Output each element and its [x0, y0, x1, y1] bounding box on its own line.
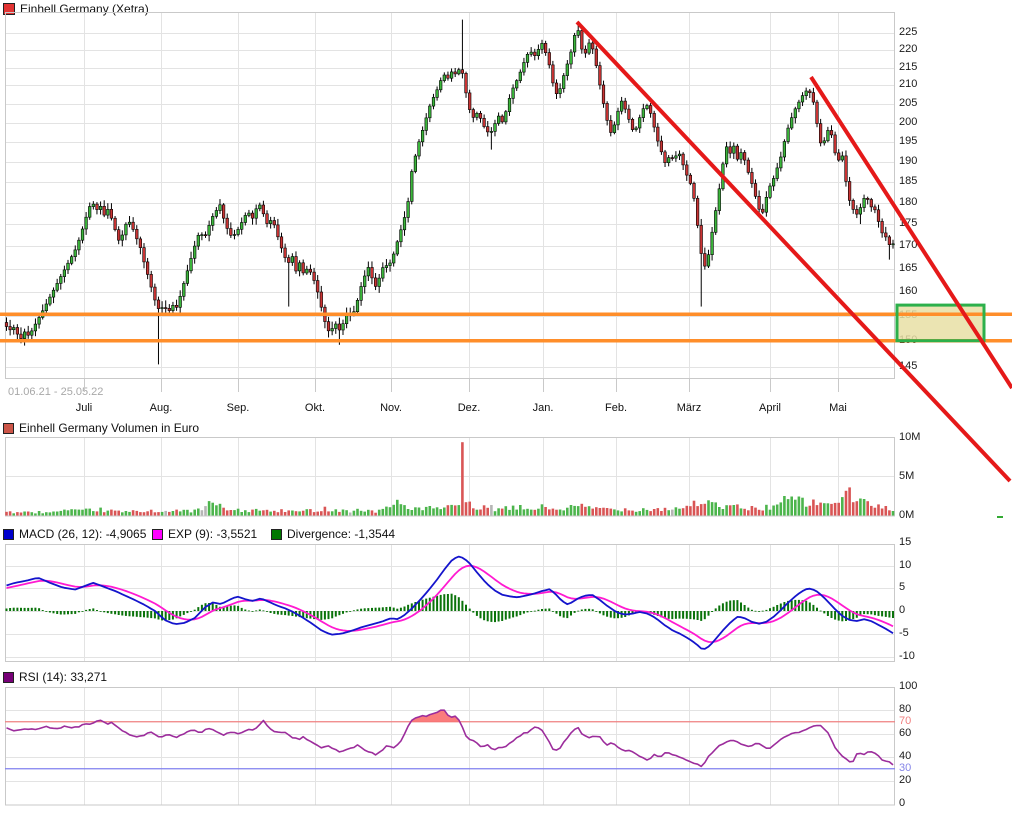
- rsi-title: RSI (14): 33,271: [19, 670, 107, 684]
- month-label: Sep.: [208, 402, 268, 414]
- volume-tick-label: 0M: [899, 509, 914, 521]
- rsi-tick-label: 30: [899, 762, 911, 774]
- volume-tick-label: 5M: [899, 470, 914, 482]
- rsi-tick-label: 0: [899, 797, 905, 809]
- price-tick-label: 185: [899, 175, 917, 187]
- month-label: Feb.: [586, 402, 646, 414]
- macd-tick-label: -5: [899, 627, 909, 639]
- macd-series-icon: [3, 529, 14, 540]
- price-tick-label: 160: [899, 285, 917, 297]
- price-tick-label: 190: [899, 155, 917, 167]
- price-tick-label: 220: [899, 43, 917, 55]
- price-tick-label: 210: [899, 78, 917, 90]
- exp-legend-label: EXP (9): -3,5521: [168, 527, 257, 541]
- price-tick-label: 200: [899, 116, 917, 128]
- chart-root: Einhell Germany (Xetra) 01.06.21 - 25.05…: [0, 0, 1012, 814]
- price-tick-label: 150: [899, 334, 917, 346]
- macd-tick-label: 15: [899, 536, 911, 548]
- price-tick-label: 145: [899, 360, 917, 372]
- price-tick-label: 205: [899, 97, 917, 109]
- price-tick-label: 195: [899, 135, 917, 147]
- price-series-icon: [3, 3, 15, 15]
- exp-legend-item: EXP (9): -3,5521: [152, 527, 257, 541]
- macd-legend: MACD (26, 12): -4,9065 EXP (9): -3,5521 …: [0, 527, 1012, 541]
- price-tick-label: 165: [899, 262, 917, 274]
- rsi-panel-header: RSI (14): 33,271: [3, 670, 107, 684]
- chart-title: Einhell Germany (Xetra): [20, 2, 149, 16]
- month-label: Mai: [808, 402, 868, 414]
- price-tick-label: 180: [899, 196, 917, 208]
- price-tick-label: 175: [899, 217, 917, 229]
- macd-tick-label: 10: [899, 559, 911, 571]
- price-tick-label: 170: [899, 239, 917, 251]
- volume-series-icon: [3, 423, 14, 434]
- rsi-tick-label: 80: [899, 703, 911, 715]
- month-label: Dez.: [439, 402, 499, 414]
- rsi-tick-label: 70: [899, 715, 911, 727]
- price-tick-label: 155: [899, 309, 917, 321]
- month-label: April: [740, 402, 800, 414]
- macd-tick-label: 0: [899, 604, 905, 616]
- volume-title: Einhell Germany Volumen in Euro: [19, 421, 199, 435]
- divergence-series-icon: [271, 529, 282, 540]
- rsi-tick-label: 100: [899, 680, 917, 692]
- month-label: Juli: [54, 402, 114, 414]
- month-label: Jan.: [513, 402, 573, 414]
- month-label: März: [659, 402, 719, 414]
- month-label: Aug.: [131, 402, 191, 414]
- price-panel-header: Einhell Germany (Xetra): [3, 2, 149, 16]
- volume-panel-header: Einhell Germany Volumen in Euro: [3, 421, 199, 435]
- macd-tick-label: 5: [899, 581, 905, 593]
- price-tick-label: 225: [899, 26, 917, 38]
- rsi-series-icon: [3, 672, 14, 683]
- macd-legend-item: MACD (26, 12): -4,9065: [3, 527, 146, 541]
- rsi-tick-label: 60: [899, 727, 911, 739]
- divergence-legend-item: Divergence: -1,3544: [271, 527, 395, 541]
- date-range-label: 01.06.21 - 25.05.22: [8, 386, 103, 398]
- month-label: Okt.: [285, 402, 345, 414]
- divergence-legend-label: Divergence: -1,3544: [287, 527, 395, 541]
- price-tick-label: 215: [899, 61, 917, 73]
- volume-tick-label: 10M: [899, 431, 920, 443]
- macd-legend-label: MACD (26, 12): -4,9065: [19, 527, 146, 541]
- exp-series-icon: [152, 529, 163, 540]
- month-label: Nov.: [361, 402, 421, 414]
- macd-tick-label: -10: [899, 650, 915, 662]
- rsi-tick-label: 40: [899, 750, 911, 762]
- rsi-tick-label: 20: [899, 774, 911, 786]
